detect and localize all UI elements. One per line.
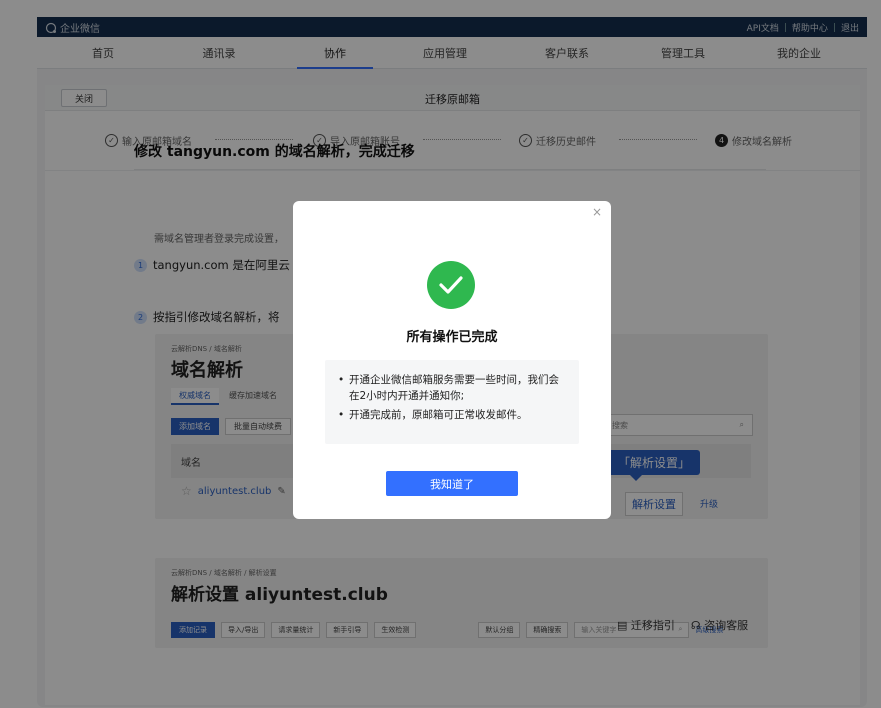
- acknowledge-button[interactable]: 我知道了: [386, 471, 518, 496]
- note-item: 开通企业微信邮箱服务需要一些时间，我们会在2小时内开通并通知你;: [337, 372, 567, 404]
- success-check-icon: [427, 261, 475, 309]
- completion-dialog: × 所有操作已完成 开通企业微信邮箱服务需要一些时间，我们会在2小时内开通并通知…: [293, 201, 611, 519]
- close-icon[interactable]: ×: [592, 205, 602, 219]
- note-item: 开通完成前，原邮箱可正常收发邮件。: [337, 407, 567, 423]
- dialog-title: 所有操作已完成: [406, 330, 498, 345]
- dialog-notes: 开通企业微信邮箱服务需要一些时间，我们会在2小时内开通并通知你; 开通完成前，原…: [325, 360, 579, 444]
